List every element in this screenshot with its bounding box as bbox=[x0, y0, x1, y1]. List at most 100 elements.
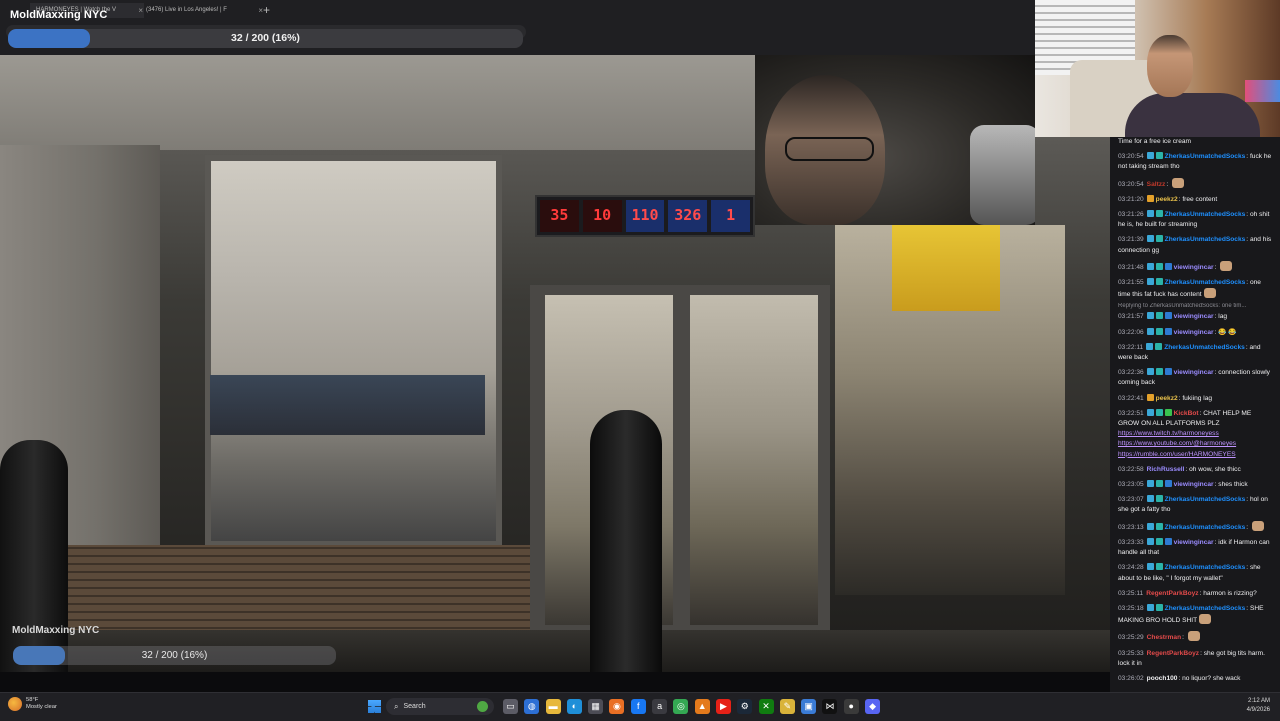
chat-message: 03:25:11 RegentParkBoyz: harmon is rizzin… bbox=[1110, 589, 1280, 599]
search-label: Search bbox=[403, 703, 426, 710]
firefox-icon[interactable]: ◉ bbox=[609, 699, 625, 714]
new-tab-button[interactable]: + bbox=[263, 3, 270, 17]
chat-badge-icon bbox=[1146, 368, 1154, 376]
chat-username[interactable]: ZherkasUnmatchedSocks bbox=[1165, 496, 1246, 503]
notes-icon[interactable]: ✎ bbox=[779, 699, 795, 714]
browser-tab-live-la[interactable]: (3476) Live in Los Angeles! | F × bbox=[140, 3, 264, 18]
car-seat bbox=[970, 125, 1035, 225]
facecam-inset bbox=[755, 55, 1035, 225]
file-explorer-icon[interactable]: ▬ bbox=[545, 699, 561, 714]
facebook-icon[interactable]: f bbox=[630, 699, 646, 714]
chat-username[interactable]: ZherkasUnmatchedSocks bbox=[1165, 564, 1246, 571]
copilot-icon[interactable]: ◍ bbox=[524, 699, 540, 714]
chat-timestamp: 03:22:36 bbox=[1118, 369, 1144, 377]
amazon-icon[interactable]: a bbox=[652, 699, 668, 714]
chat-username[interactable]: RichRussell bbox=[1147, 466, 1185, 473]
chat-timestamp: 03:21:26 bbox=[1118, 211, 1144, 219]
xbox-icon[interactable]: ✕ bbox=[758, 699, 774, 714]
chat-username[interactable]: ZherkasUnmatchedSocks bbox=[1165, 211, 1246, 218]
chrome-icon[interactable]: ◎ bbox=[673, 699, 689, 714]
chat-badge-icon bbox=[1155, 537, 1163, 545]
search-icon: ⌕ bbox=[394, 701, 399, 711]
vlc-icon[interactable]: ▲ bbox=[694, 699, 710, 714]
chat-timestamp: 03:25:33 bbox=[1118, 649, 1144, 657]
bollard-left bbox=[0, 440, 68, 672]
chat-badge-icon bbox=[1164, 312, 1172, 320]
chat-badge-icon bbox=[1155, 342, 1163, 350]
chat-badge-icon bbox=[1146, 235, 1154, 243]
chat-timestamp: 03:21:39 bbox=[1118, 236, 1144, 244]
chat-username[interactable]: ZherkasUnmatchedSocks bbox=[1165, 153, 1246, 160]
chat-message: 03:22:58 RichRussell: oh wow, she thicc bbox=[1110, 465, 1280, 475]
chat-message: 03:21:39 ZherkasUnmatchedSocks: and his c… bbox=[1110, 235, 1280, 255]
chat-message: Time for a free ice cream bbox=[1110, 137, 1280, 147]
chat-badge-icon bbox=[1146, 194, 1154, 202]
chat-text: 😂 😂 bbox=[1218, 328, 1237, 336]
chat-link[interactable]: https://www.twitch.tv/harmoneyess bbox=[1118, 430, 1219, 437]
chat-username[interactable]: RegentParkBoyz bbox=[1147, 650, 1199, 657]
emote-icon bbox=[1220, 260, 1233, 271]
emote-icon bbox=[1187, 631, 1200, 642]
brick-wall bbox=[60, 545, 530, 635]
chat-separator: : bbox=[1166, 180, 1171, 188]
chat-badge-icon bbox=[1155, 327, 1163, 335]
chat-username[interactable]: ZherkasUnmatchedSocks bbox=[1164, 344, 1245, 351]
taskbar-search[interactable]: ⌕ Search bbox=[386, 698, 494, 715]
chat-text: free content bbox=[1182, 195, 1218, 203]
chat-link[interactable]: https://www.youtube.com/@harmoneyes bbox=[1118, 440, 1236, 447]
photos-icon[interactable]: ▣ bbox=[801, 699, 817, 714]
viewer-person bbox=[1125, 35, 1265, 137]
chat-username[interactable]: RegentParkBoyz bbox=[1146, 590, 1198, 597]
chat-username[interactable]: KickBot bbox=[1174, 410, 1199, 417]
chat-username[interactable]: viewingincar bbox=[1174, 539, 1214, 546]
edge-icon[interactable]: ◐ bbox=[566, 699, 582, 714]
reply-note: Replying to ZherkasUnmatchedSocks: one t… bbox=[1118, 303, 1247, 310]
chat-timestamp: 03:21:55 bbox=[1118, 279, 1144, 287]
chat-username[interactable]: Chestrman bbox=[1147, 634, 1181, 641]
chat-username[interactable]: viewingincar bbox=[1174, 329, 1214, 336]
obs-icon[interactable]: ● bbox=[843, 699, 859, 714]
chat-badge-icon bbox=[1146, 603, 1154, 611]
chat-username[interactable]: viewingincar bbox=[1174, 481, 1214, 488]
chat-username[interactable]: Saltzz bbox=[1147, 181, 1166, 188]
chat-username[interactable]: peekz2 bbox=[1156, 395, 1178, 402]
chat-timestamp: 03:21:57 bbox=[1118, 313, 1144, 321]
discord-icon[interactable]: ◆ bbox=[865, 699, 881, 714]
task-view-icon[interactable]: ▭ bbox=[503, 699, 518, 714]
weather-widget[interactable]: 58°F Mostly clear bbox=[8, 697, 57, 711]
store-upper-wall bbox=[0, 55, 760, 150]
chat-timestamp: 03:22:11 bbox=[1118, 343, 1144, 351]
youtube-icon[interactable]: ▶ bbox=[715, 699, 731, 714]
chat-message: 03:23:13 ZherkasUnmatchedSocks: bbox=[1110, 520, 1280, 533]
system-tray-clock[interactable]: 2:12 AM 4/9/2026 bbox=[1247, 697, 1270, 715]
chat-username[interactable]: peekz2 bbox=[1156, 196, 1178, 203]
price-cell: 1 bbox=[711, 200, 750, 232]
chat-link[interactable]: https://rumble.com/user/HARMONEYES bbox=[1118, 451, 1236, 458]
chat-badge-icon bbox=[1146, 342, 1154, 350]
chat-username[interactable]: ZherkasUnmatchedSocks bbox=[1165, 605, 1246, 612]
price-cell: 110 bbox=[625, 200, 665, 232]
search-highlight-icon bbox=[477, 701, 488, 712]
weather-temperature: 58°F bbox=[26, 697, 39, 703]
chat-username[interactable]: ZherkasUnmatchedSocks bbox=[1165, 236, 1246, 243]
chat-badge-icon bbox=[1164, 368, 1172, 376]
chat-username[interactable]: viewingincar bbox=[1174, 264, 1214, 271]
chat-badge-icon bbox=[1146, 537, 1154, 545]
chat-message: 03:22:06 viewingincar: 😂 😂 bbox=[1110, 327, 1280, 338]
chat-badge-icon bbox=[1146, 393, 1154, 401]
chat-username[interactable]: pooch100 bbox=[1147, 675, 1178, 682]
emote-icon bbox=[1199, 614, 1212, 625]
capcut-icon[interactable]: ⋈ bbox=[822, 699, 838, 714]
chat-username[interactable]: viewingincar bbox=[1174, 369, 1214, 376]
chat-message: 03:25:33 RegentParkBoyz: she got big tits… bbox=[1110, 649, 1280, 669]
chat-message: 03:23:33 viewingincar: idk if Harmon can … bbox=[1110, 537, 1280, 558]
chat-username[interactable]: viewingincar bbox=[1174, 313, 1214, 320]
bollard-center bbox=[590, 410, 662, 672]
calculator-icon[interactable]: ▦ bbox=[588, 699, 604, 714]
chat-username[interactable]: ZherkasUnmatchedSocks bbox=[1165, 279, 1246, 286]
chat-username[interactable]: ZherkasUnmatchedSocks bbox=[1165, 524, 1246, 531]
chat-message: 03:22:11 ZherkasUnmatchedSocks: and were … bbox=[1110, 342, 1280, 363]
steam-icon[interactable]: ⚙ bbox=[737, 699, 753, 714]
chat-badge-icon bbox=[1164, 537, 1172, 545]
windows-start-icon[interactable] bbox=[368, 700, 381, 713]
